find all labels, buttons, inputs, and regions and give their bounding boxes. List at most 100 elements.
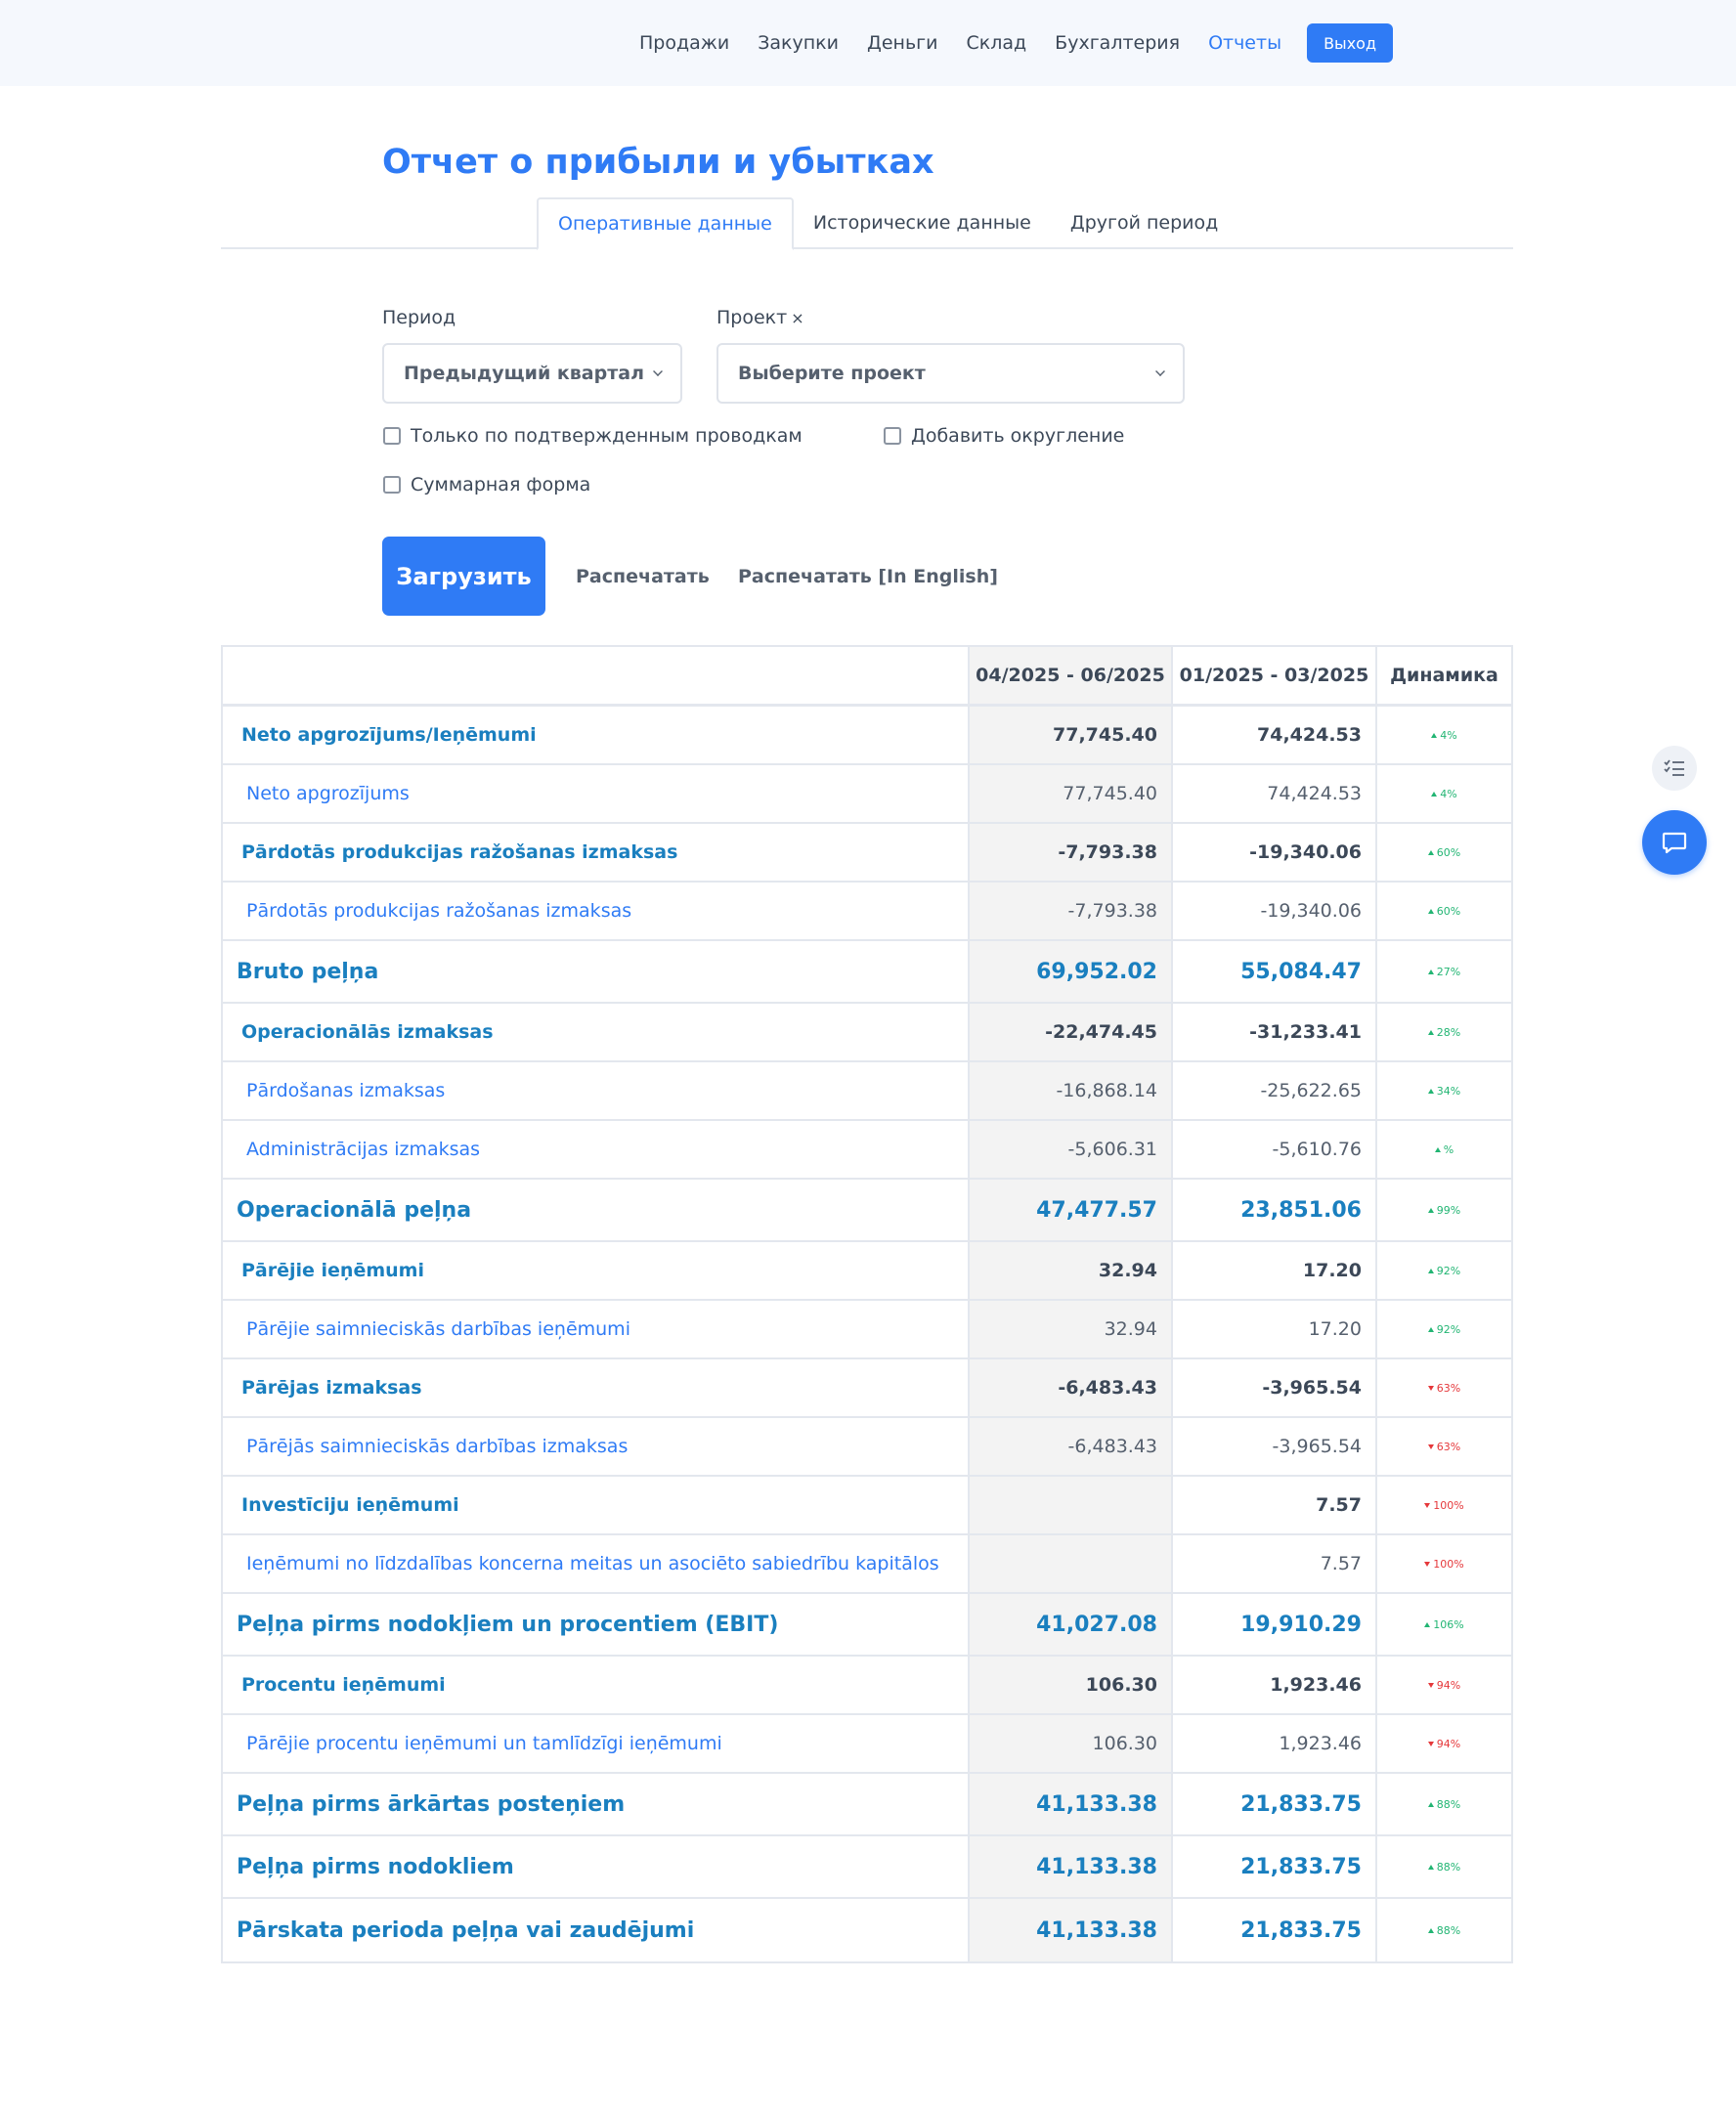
row-label: Neto apgrozījums/Ieņēmumi: [241, 724, 537, 746]
nav-item-money[interactable]: Деньги: [867, 32, 937, 54]
summary-form-label: Суммарная форма: [411, 474, 591, 495]
tab-operational-data[interactable]: Оперативные данные: [537, 197, 794, 250]
table-row: Pārējie saimnieciskās darbības ieņēmumi 3…: [223, 1301, 1511, 1359]
table-row: Procentu ieņēmumi 106.30 1,923.46 94%: [223, 1657, 1511, 1715]
table-row: Pārējās saimnieciskās darbības izmaksas -…: [223, 1418, 1511, 1477]
period-label: Период: [382, 307, 456, 328]
table-row: Pārdotās produkcijas ražošanas izmaksas -…: [223, 883, 1511, 941]
chat-button[interactable]: [1642, 810, 1707, 875]
dynamics-value: 27%: [1436, 965, 1461, 978]
row-label: Pārējie ieņēmumi: [241, 1260, 424, 1281]
previous-period-value: -3,965.54: [1171, 1359, 1375, 1416]
checkbox-box[interactable]: [383, 476, 401, 494]
dynamics-badge: 28%: [1427, 1025, 1461, 1039]
table-row: Pārdošanas izmaksas -16,868.14 -25,622.65 3…: [223, 1062, 1511, 1121]
table-header: 04/2025 - 06/2025 01/2025 - 03/2025 Дина…: [223, 647, 1511, 707]
project-label: Проект: [716, 307, 788, 328]
previous-period-value: 17.20: [1171, 1242, 1375, 1299]
nav-item-accounting[interactable]: Бухгалтерия: [1055, 32, 1180, 54]
dynamics-cell: 63%: [1375, 1359, 1511, 1416]
dynamics-value: 94%: [1436, 1737, 1461, 1750]
dynamics-value: 100%: [1433, 1557, 1464, 1571]
dynamics-value: 100%: [1433, 1498, 1464, 1512]
row-label: Peļņa pirms nodokliem: [237, 1854, 514, 1879]
chevron-down-icon: [653, 366, 663, 376]
dynamics-cell: 4%: [1375, 707, 1511, 763]
checkbox-box[interactable]: [884, 427, 901, 445]
table-row: Bruto peļņa 69,952.02 55,084.47 27%: [223, 941, 1511, 1004]
dynamics-value: 88%: [1436, 1860, 1461, 1874]
row-label: Pārējas izmaksas: [241, 1377, 422, 1399]
logout-button[interactable]: Выход: [1307, 23, 1394, 63]
arrow-up-icon: [1431, 732, 1438, 738]
table-row: Ieņēmumi no līdzdalības koncerna meitas …: [223, 1535, 1511, 1594]
dynamics-value: 92%: [1436, 1264, 1461, 1277]
table-row: Pārējas izmaksas -6,483.43 -3,965.54 63%: [223, 1359, 1511, 1418]
dynamics-cell: 88%: [1375, 1899, 1511, 1961]
tab-other-period[interactable]: Другой период: [1051, 197, 1237, 248]
dynamics-value: 106%: [1433, 1617, 1464, 1631]
previous-period-value: 23,851.06: [1171, 1180, 1375, 1240]
current-period-value: -7,793.38: [968, 883, 1171, 939]
print-button[interactable]: Распечатать: [576, 537, 710, 616]
checkbox-box[interactable]: [383, 427, 401, 445]
print-english-button[interactable]: Распечатать [In English]: [738, 537, 998, 616]
dynamics-badge: %: [1434, 1143, 1454, 1156]
dynamics-cell: 94%: [1375, 1657, 1511, 1713]
header-name: [223, 647, 968, 704]
table-row: Pārskata perioda peļņa vai zaudējumi 41,1…: [223, 1899, 1511, 1961]
dynamics-cell: 88%: [1375, 1774, 1511, 1834]
tab-historical-data[interactable]: Исторические данные: [794, 197, 1051, 248]
dynamics-cell: 100%: [1375, 1535, 1511, 1592]
period-select[interactable]: Предыдущий квартал: [382, 343, 682, 404]
rounding-checkbox[interactable]: Добавить округление: [884, 425, 1124, 447]
current-period-value: -16,868.14: [968, 1062, 1171, 1119]
arrow-up-icon: [1427, 1268, 1434, 1273]
previous-period-value: 21,833.75: [1171, 1774, 1375, 1834]
row-label: Procentu ieņēmumi: [241, 1674, 446, 1696]
dynamics-badge: 4%: [1431, 729, 1457, 742]
dynamics-cell: 4%: [1375, 765, 1511, 822]
dynamics-cell: 92%: [1375, 1242, 1511, 1299]
dynamics-badge: 100%: [1424, 1557, 1464, 1571]
load-button[interactable]: Загрузить: [382, 537, 545, 616]
confirmed-entries-checkbox[interactable]: Только по подтвержденным проводкам: [383, 425, 803, 447]
arrow-up-icon: [1427, 1864, 1434, 1870]
dynamics-badge: 34%: [1427, 1085, 1460, 1098]
dynamics-badge: 94%: [1427, 1737, 1461, 1750]
nav-item-warehouse[interactable]: Склад: [967, 32, 1027, 54]
arrow-up-icon: [1427, 969, 1434, 974]
dynamics-cell: 63%: [1375, 1418, 1511, 1475]
project-select[interactable]: Выберите проект: [716, 343, 1185, 404]
dynamics-value: 28%: [1436, 1025, 1461, 1039]
current-period-value: 32.94: [968, 1301, 1171, 1357]
table-row: Operacionālā peļņa 47,477.57 23,851.06 99%: [223, 1180, 1511, 1242]
current-period-value: -7,793.38: [968, 824, 1171, 881]
arrow-up-icon: [1427, 849, 1434, 855]
row-label: Pārējās saimnieciskās darbības izmaksas: [246, 1436, 629, 1457]
summary-form-checkbox[interactable]: Суммарная форма: [383, 474, 590, 495]
dynamics-cell: 88%: [1375, 1836, 1511, 1897]
checklist-button[interactable]: [1652, 746, 1697, 791]
current-period-value: 106.30: [968, 1657, 1171, 1713]
dynamics-badge: 88%: [1427, 1923, 1461, 1937]
row-label: Pārējie procentu ieņēmumi un tamlīdzīgi …: [246, 1733, 722, 1754]
dynamics-badge: 60%: [1427, 846, 1460, 859]
previous-period-value: 55,084.47: [1171, 941, 1375, 1002]
current-period-value: 77,745.40: [968, 765, 1171, 822]
nav-item-purchases[interactable]: Закупки: [758, 32, 839, 54]
chevron-down-icon: [1155, 366, 1165, 376]
nav-item-sales[interactable]: Продажи: [639, 32, 729, 54]
dynamics-badge: 99%: [1427, 1204, 1460, 1217]
current-period-value: 41,133.38: [968, 1899, 1171, 1961]
project-clear-icon[interactable]: ×: [791, 309, 803, 327]
row-label: Ieņēmumi no līdzdalības koncerna meitas …: [246, 1553, 939, 1574]
previous-period-value: -31,233.41: [1171, 1004, 1375, 1060]
previous-period-value: -19,340.06: [1171, 824, 1375, 881]
confirmed-entries-label: Только по подтвержденным проводкам: [411, 425, 803, 447]
dynamics-value: 88%: [1436, 1923, 1461, 1937]
nav-item-reports[interactable]: Отчеты: [1208, 32, 1281, 54]
table-row: Peļņa pirms ārkārtas posteņiem 41,133.38 2…: [223, 1774, 1511, 1836]
previous-period-value: -5,610.76: [1171, 1121, 1375, 1178]
previous-period-value: -3,965.54: [1171, 1418, 1375, 1475]
